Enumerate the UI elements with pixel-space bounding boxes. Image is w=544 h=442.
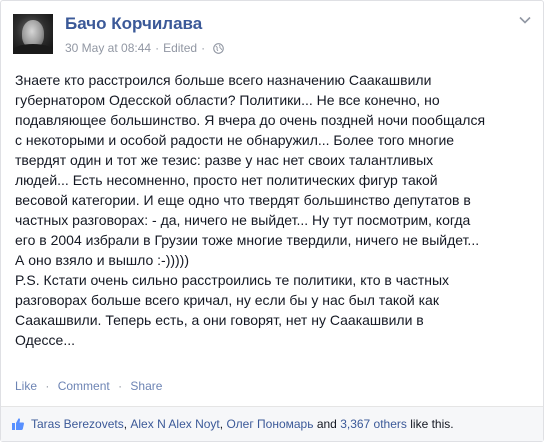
- like-button[interactable]: Like: [15, 379, 37, 393]
- avatar[interactable]: [13, 14, 53, 54]
- meta-separator: ·: [201, 41, 206, 55]
- post-text-line: А оно взяло и вышло :-))))): [15, 252, 190, 268]
- globe-icon[interactable]: [213, 42, 224, 54]
- post-text-line: с некоторыми и особой радости не обнаруж…: [15, 132, 455, 148]
- likes-and: and: [313, 417, 341, 431]
- likes-suffix: like this.: [406, 417, 454, 431]
- post-actions: Like · Comment · Share: [15, 379, 162, 393]
- post-meta: 30 May at 08:44 · Edited ·: [65, 41, 224, 55]
- action-separator: ·: [45, 379, 50, 393]
- post-text-line: подавляющее большинство. Я вчера до очен…: [15, 112, 486, 128]
- likes-others-link[interactable]: 3,367 others: [340, 417, 407, 431]
- post-text-line: твердят один и тот же тезис: разве у нас…: [15, 152, 434, 168]
- likes-separator: ,: [219, 417, 227, 431]
- thumbs-up-icon: [12, 418, 24, 430]
- chevron-down-icon: [519, 16, 531, 24]
- post-text: Знаете кто расстроился больше всего назн…: [15, 70, 537, 350]
- post-text-line: частных разговорах: - да, ничего не выйд…: [15, 212, 471, 228]
- likes-separator: ,: [123, 417, 131, 431]
- avatar-shoulders: [13, 44, 53, 54]
- author-name[interactable]: Бачо Корчилава: [65, 14, 202, 34]
- edited-label[interactable]: Edited: [163, 41, 197, 55]
- post-text-line: разговорах больше всего кричал, ну если …: [15, 292, 439, 308]
- post-text-line: Саакашвили. Теперь есть, а они говорят, …: [15, 312, 424, 328]
- post-text-line: Знаете кто расстроился больше всего назн…: [15, 72, 432, 88]
- meta-separator: ·: [155, 41, 160, 55]
- post-text-line: губернатором Одесской области? Политики.…: [15, 92, 440, 108]
- liker-name[interactable]: Alex N Alex Noyt: [130, 417, 219, 431]
- share-button[interactable]: Share: [130, 379, 162, 393]
- action-separator: ·: [118, 379, 123, 393]
- post-options-button[interactable]: [517, 13, 533, 27]
- post-text-line: его в 2004 избрали в Грузии тоже многие …: [15, 232, 480, 248]
- post-text-line: весовой категории. И еще одно что твердя…: [15, 192, 471, 208]
- post-timestamp[interactable]: 30 May at 08:44: [65, 41, 151, 55]
- liker-name[interactable]: Олег Пономарь: [226, 417, 313, 431]
- likes-summary: Taras Berezovets , Alex N Alex Noyt , Ол…: [1, 406, 543, 441]
- post-card: Бачо Корчилава 30 May at 08:44 · Edited …: [0, 0, 544, 442]
- comment-button[interactable]: Comment: [58, 379, 110, 393]
- liker-name[interactable]: Taras Berezovets: [31, 417, 124, 431]
- post-text-line: людей... Есть несомненно, просто нет пол…: [15, 172, 438, 188]
- post-text-line: P.S. Кстати очень сильно расстроились те…: [15, 272, 450, 288]
- post-text-line: Одессе...: [15, 332, 75, 348]
